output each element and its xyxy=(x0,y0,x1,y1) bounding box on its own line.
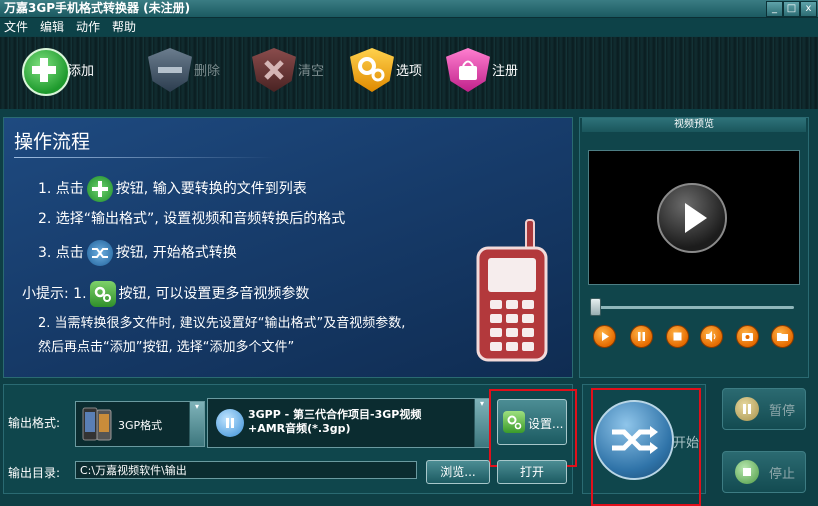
options-label: 选项 xyxy=(396,64,423,79)
menu-action[interactable]: 动作 xyxy=(76,18,100,36)
profile-line-2: +AMR音频(*.3gp) xyxy=(248,422,351,435)
folder-button[interactable] xyxy=(771,325,794,348)
pause-icon xyxy=(735,397,759,421)
tip-1-suffix: 按钮, 可以设置更多音视频参数 xyxy=(118,286,310,302)
pause-button[interactable] xyxy=(630,325,653,348)
menu-file[interactable]: 文件 xyxy=(4,18,28,36)
title-divider xyxy=(14,157,274,158)
step-3-suffix: 按钮, 开始格式转换 xyxy=(115,245,237,261)
register-label: 注册 xyxy=(492,64,519,79)
highlight-box-start xyxy=(591,388,701,506)
play-button[interactable] xyxy=(593,325,616,348)
options-button[interactable]: 选项 xyxy=(350,42,430,102)
step-3: 3. 点击 按钮, 开始格式转换 xyxy=(38,240,237,266)
seek-bar[interactable] xyxy=(590,306,794,309)
phone-illustration xyxy=(474,218,550,362)
gear-icon xyxy=(89,281,116,307)
tip-2-line-2: 然后再点击“添加”按钮, 选择“添加多个文件” xyxy=(38,340,295,355)
tip-1-prefix: 小提示: 1. xyxy=(22,286,87,302)
highlight-box-settings xyxy=(489,389,577,467)
add-label: 添加 xyxy=(68,64,95,79)
step-1-suffix: 按钮, 输入要转换的文件到列表 xyxy=(115,181,307,197)
format-value: 3GP格式 xyxy=(118,419,163,432)
step-2: 2. 选择“输出格式”, 设置视频和音频转换后的格式 xyxy=(38,211,346,227)
phone-thumb-icon xyxy=(82,406,112,442)
add-icon xyxy=(86,176,113,202)
clear-button[interactable]: 清空 xyxy=(252,42,332,102)
browse-button[interactable]: 浏览... xyxy=(426,460,490,484)
maximize-button[interactable]: □ xyxy=(783,1,800,17)
tip-2-line-1: 2. 当需转换很多文件时, 建议先设置好“输出格式”及音视频参数, xyxy=(38,316,406,331)
format-label: 输出格式: xyxy=(8,416,61,430)
preview-title: 视频预览 xyxy=(582,118,806,132)
minimize-button[interactable]: _ xyxy=(766,1,783,17)
step-1: 1. 点击 按钮, 输入要转换的文件到列表 xyxy=(38,176,307,202)
close-button[interactable]: x xyxy=(800,1,817,17)
workflow-title: 操作流程 xyxy=(14,131,91,153)
stop-icon xyxy=(735,460,759,484)
stop-button[interactable] xyxy=(666,325,689,348)
clear-label: 清空 xyxy=(298,64,325,79)
dir-label: 输出目录: xyxy=(8,466,61,480)
step-3-prefix: 3. 点击 xyxy=(38,245,84,261)
menu-edit[interactable]: 编辑 xyxy=(40,18,64,36)
delete-button[interactable]: 删除 xyxy=(148,42,228,102)
profile-line-1: 3GPP - 第三代合作项目-3GP视频 xyxy=(248,408,422,421)
pause-label: 暂停 xyxy=(769,404,796,419)
delete-icon xyxy=(148,48,192,92)
pause-button-main[interactable]: 暂停 xyxy=(722,388,806,430)
profile-select[interactable]: 3GPP - 第三代合作项目-3GP视频 +AMR音频(*.3gp) ▾ xyxy=(207,398,490,448)
seek-handle[interactable] xyxy=(590,298,601,316)
pause-badge-icon xyxy=(216,409,244,437)
play-icon[interactable] xyxy=(657,183,727,253)
open-button[interactable]: 打开 xyxy=(497,460,567,484)
volume-button[interactable] xyxy=(700,325,723,348)
add-icon xyxy=(22,48,70,96)
gear-icon xyxy=(350,48,394,92)
add-button[interactable]: 添加 xyxy=(22,42,102,102)
shuffle-icon xyxy=(86,240,113,266)
delete-label: 删除 xyxy=(194,64,221,79)
chevron-down-icon[interactable]: ▾ xyxy=(189,402,204,446)
tip-1: 小提示: 1. 按钮, 可以设置更多音视频参数 xyxy=(22,281,309,307)
register-button[interactable]: 注册 xyxy=(446,42,526,102)
window-title: 万嘉3GP手机格式转换器 (未注册) xyxy=(4,1,191,15)
menu-help[interactable]: 帮助 xyxy=(112,18,136,36)
step-1-prefix: 1. 点击 xyxy=(38,181,84,197)
output-dir-field[interactable]: C:\万嘉视频软件\输出 xyxy=(75,461,417,479)
clear-icon xyxy=(252,48,296,92)
stop-button-main[interactable]: 停止 xyxy=(722,451,806,493)
format-select[interactable]: 3GP格式 ▾ xyxy=(75,401,205,447)
chevron-down-icon[interactable]: ▾ xyxy=(474,399,489,447)
stop-label: 停止 xyxy=(769,467,796,482)
shopping-bag-icon xyxy=(446,48,490,92)
snapshot-button[interactable] xyxy=(736,325,759,348)
